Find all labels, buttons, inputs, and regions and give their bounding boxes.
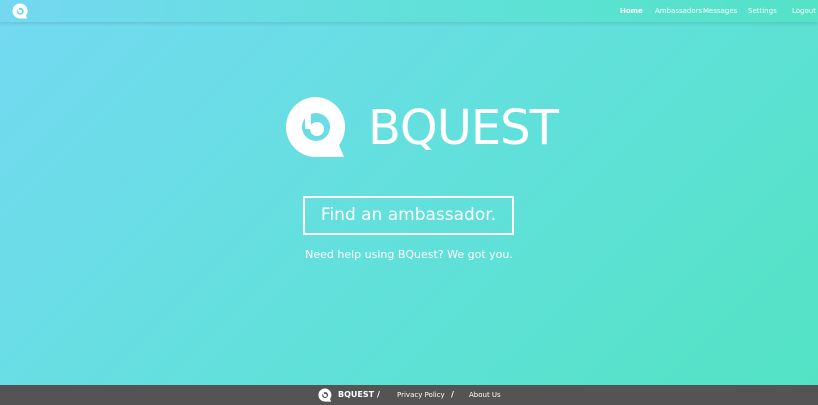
nav-home-link[interactable]: Home [620,5,643,17]
footer-separator: / [377,390,380,399]
find-ambassador-button[interactable]: Find an ambassador. [303,196,514,235]
bquest-logo-icon[interactable] [12,3,28,19]
privacy-policy-link[interactable]: Privacy Policy [397,389,445,401]
hero-tagline: Need help using BQuest? We got you. [305,248,513,261]
nav-messages-link[interactable]: Messages [703,5,737,17]
top-nav-bar: Home Ambassadors Messages Settings Logou… [0,0,818,22]
landing-page: Home Ambassadors Messages Settings Logou… [0,0,818,405]
bquest-logo-icon [318,388,332,402]
nav-ambassadors-link[interactable]: Ambassadors [655,5,702,17]
about-us-link[interactable]: About Us [469,389,501,401]
hero-title: BQUEST [368,100,559,156]
bquest-logo-icon [286,97,346,157]
footer: BQUEST / Privacy Policy / About Us [0,385,818,405]
footer-brand: BQUEST [338,390,375,399]
nav-settings-link[interactable]: Settings [748,5,777,17]
nav-logout-link[interactable]: Logout [792,5,816,17]
footer-separator: / [451,390,454,399]
